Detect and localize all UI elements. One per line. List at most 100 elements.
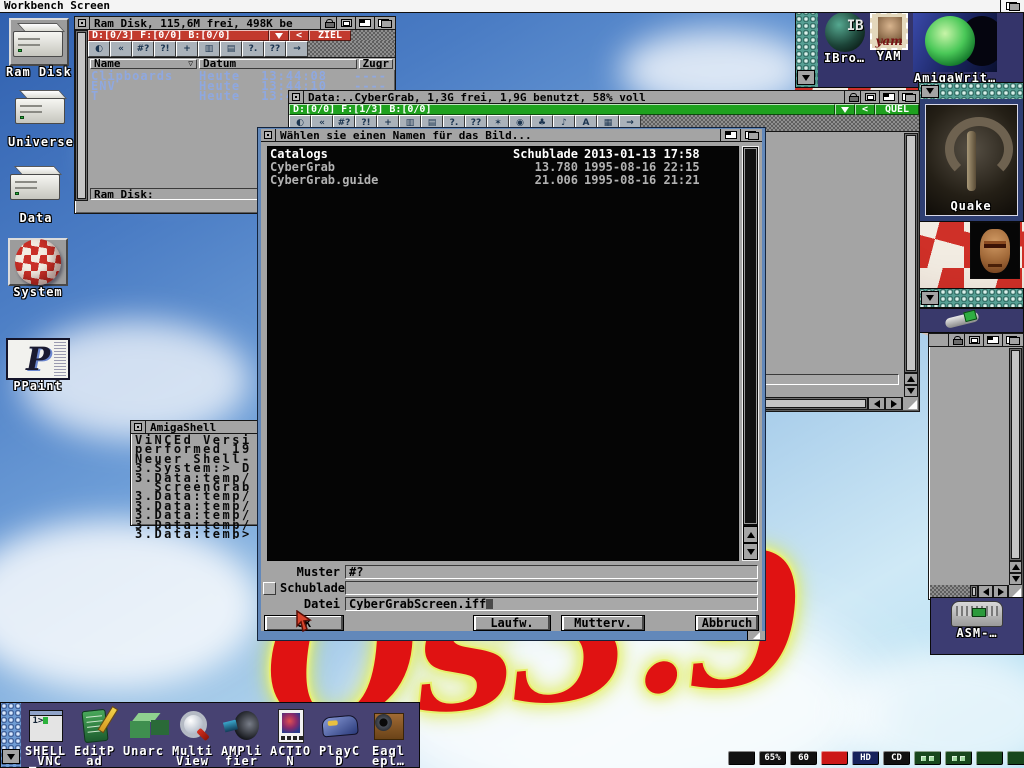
dock-item-unarc[interactable]: Unarc: [119, 706, 168, 767]
asm-panel[interactable]: ASM-…: [930, 597, 1024, 655]
zoom-big-gadget[interactable]: [879, 91, 898, 103]
toolbar-button[interactable]: «: [110, 41, 132, 57]
quake-panel[interactable]: Quake: [918, 82, 1024, 222]
depth-gadget[interactable]: [898, 91, 919, 103]
mini-button[interactable]: [728, 751, 755, 765]
drawer-checkbox[interactable]: [263, 582, 276, 595]
table-row[interactable]: ClipboardsHeute13:44:08----: [88, 71, 395, 81]
dock-collapse-button[interactable]: [2, 749, 20, 764]
toolbar-button[interactable]: +: [176, 41, 198, 57]
dock-item-multiview[interactable]: MultiView: [168, 706, 217, 767]
scrollbar-thumb[interactable]: [77, 32, 86, 199]
zoom-big-gadget[interactable]: [355, 17, 374, 29]
lock-gadget[interactable]: [948, 334, 964, 346]
list-item[interactable]: CyberGrab.guide21.0061995-08-16 21:21: [270, 174, 736, 187]
mini-button-65[interactable]: 65%: [759, 751, 786, 765]
parent-button[interactable]: <: [855, 104, 875, 115]
scroll-up-button[interactable]: [904, 373, 918, 385]
lister-vertical-scrollbar[interactable]: [75, 30, 88, 201]
dock-item-playcd[interactable]: PlayCD: [315, 706, 364, 767]
depth-gadget[interactable]: [740, 129, 762, 141]
vertical-scrollbar[interactable]: [1009, 348, 1022, 561]
mode-toggle-quel[interactable]: QUEL: [875, 104, 919, 115]
doom-icon[interactable]: [970, 222, 1020, 279]
toolbar-button[interactable]: ▥: [198, 41, 220, 57]
dialog-title-bar[interactable]: Wählen sie einen Namen für das Bild...: [261, 129, 762, 142]
zoom-small-gadget[interactable]: [964, 334, 983, 346]
column-header-name[interactable]: Name▽: [90, 59, 197, 69]
dock-item-amigawriter[interactable]: AmigaWrit…: [913, 12, 997, 85]
right-window-title-bar[interactable]: [929, 334, 1023, 347]
desktop-icon-universe[interactable]: Universe: [8, 88, 74, 149]
screen-depth-gadget[interactable]: [1000, 0, 1024, 12]
file-list[interactable]: CatalogsSchublade2013-01-13 17:58 CyberG…: [267, 146, 739, 561]
scroll-down-button[interactable]: [743, 543, 758, 560]
column-header-zugr[interactable]: Zugr: [359, 59, 394, 69]
close-gadget[interactable]: [131, 421, 146, 433]
mini-button-red[interactable]: [821, 751, 848, 765]
drive-button[interactable]: Laufw.: [473, 615, 551, 631]
resize-gadget[interactable]: [747, 631, 765, 640]
scroll-left-button[interactable]: [868, 397, 885, 410]
toolbar-button[interactable]: ?!: [154, 41, 176, 57]
zoom-gadget[interactable]: [720, 129, 740, 141]
drop-arrow-button[interactable]: [835, 104, 855, 115]
zoom-big-gadget[interactable]: [983, 334, 1002, 346]
dock-collapse-button[interactable]: [797, 70, 815, 85]
desktop-icon-ppaint[interactable]: P PPaint: [6, 338, 70, 393]
drawer-input[interactable]: [345, 581, 758, 595]
close-gadget[interactable]: [261, 129, 276, 141]
close-gadget[interactable]: [75, 17, 90, 29]
mini-button-leds[interactable]: [914, 751, 941, 765]
desktop-icon-ramdisk[interactable]: Ram Disk: [6, 18, 72, 79]
mini-button[interactable]: [1007, 751, 1024, 765]
lister-vertical-scrollbar[interactable]: [904, 133, 918, 373]
scroll-up-button[interactable]: [743, 526, 758, 543]
dock-item-shell-vnc[interactable]: 1> SHELL_VNC: [21, 706, 70, 767]
scroll-down-button[interactable]: [1009, 573, 1022, 585]
mini-button[interactable]: [976, 751, 1003, 765]
depth-gadget[interactable]: [1002, 334, 1023, 346]
zoom-small-gadget[interactable]: [336, 17, 355, 29]
cybergrab-title-bar[interactable]: Data:..CyberGrab, 1,3G frei, 1,9G benutz…: [289, 91, 919, 104]
parent-button[interactable]: <: [289, 30, 309, 41]
lock-gadget[interactable]: [320, 17, 336, 29]
scroll-up-button[interactable]: [1009, 561, 1022, 573]
column-header-datum[interactable]: Datum: [199, 59, 356, 69]
mini-button-hd[interactable]: HD: [852, 751, 879, 765]
scrollbar-thumb[interactable]: [972, 587, 976, 596]
dock-item-eagleplayer[interactable]: Eaglepl…: [364, 706, 413, 767]
mini-button-cd[interactable]: CD: [883, 751, 910, 765]
desktop-icon-data[interactable]: Data: [10, 164, 62, 225]
cancel-button[interactable]: Abbruch: [695, 615, 759, 631]
parent-button[interactable]: Mutterv.: [561, 615, 645, 631]
zoom-small-gadget[interactable]: [860, 91, 879, 103]
toolbar-button[interactable]: →: [286, 41, 308, 57]
toolbar-button[interactable]: ?.: [242, 41, 264, 57]
mini-button-leds[interactable]: [945, 751, 972, 765]
lock-gadget[interactable]: [844, 91, 860, 103]
joystick-panel[interactable]: [918, 308, 1024, 333]
mini-button-60[interactable]: 60: [790, 751, 817, 765]
dock-item-editpad[interactable]: EditPad: [70, 706, 119, 767]
ramdisk-title-bar[interactable]: Ram Disk, 115,6M frei, 498K be: [75, 17, 395, 30]
dock-item-yam[interactable]: yam YAM: [870, 12, 908, 63]
desktop-icon-system[interactable]: System: [8, 238, 68, 299]
scrollbar-thumb[interactable]: [744, 148, 757, 524]
pattern-input[interactable]: #?: [345, 565, 758, 579]
toolbar-button[interactable]: ??: [264, 41, 286, 57]
panel-collapse-button[interactable]: [921, 291, 939, 305]
scrollbar-thumb[interactable]: [906, 135, 916, 371]
scroll-down-button[interactable]: [904, 385, 918, 397]
drop-arrow-button[interactable]: [269, 30, 289, 41]
file-list-scrollbar[interactable]: [742, 146, 759, 561]
mode-toggle-ziel[interactable]: ZIEL: [309, 30, 351, 41]
file-input[interactable]: CyberGrabScreen.iff: [345, 597, 758, 611]
toolbar-button[interactable]: ▤: [220, 41, 242, 57]
panel-collapse-button[interactable]: [921, 85, 939, 98]
dock-item-action[interactable]: ACTION: [266, 706, 315, 767]
scroll-right-button[interactable]: [885, 397, 902, 410]
toolbar-button[interactable]: #?: [132, 41, 154, 57]
resize-gadget[interactable]: [902, 397, 918, 410]
depth-gadget[interactable]: [374, 17, 395, 29]
